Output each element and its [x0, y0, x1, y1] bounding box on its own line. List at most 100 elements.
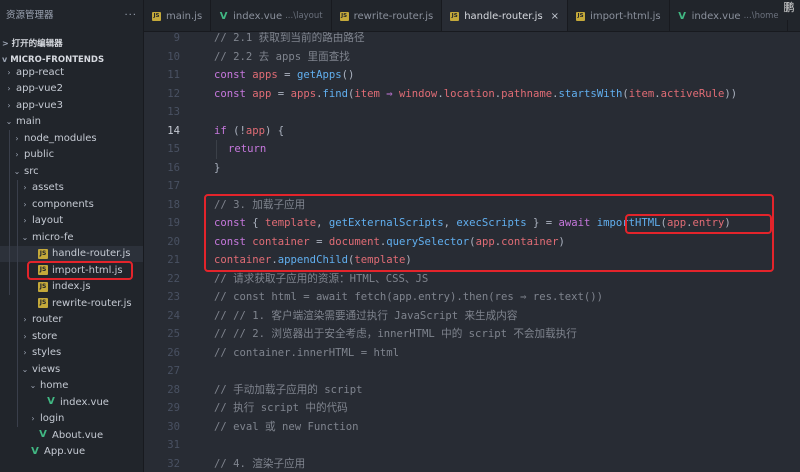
- tree-folder[interactable]: › components: [0, 196, 143, 212]
- tree-folder[interactable]: › styles: [0, 345, 143, 361]
- code-text: // container.innerHTML = html: [214, 344, 399, 362]
- vue-file-icon: V: [39, 429, 47, 440]
- code-token: find: [322, 87, 348, 100]
- code-text: // 4. 渲染子应用: [214, 455, 305, 472]
- line-number: 19: [167, 217, 180, 229]
- tree-file[interactable]: Vindex.vue: [0, 394, 143, 410]
- line-number: 27: [167, 365, 180, 377]
- vue-file-icon: V: [219, 10, 228, 22]
- code-token: apps: [252, 69, 278, 81]
- tree-folder[interactable]: › store: [0, 328, 143, 344]
- line-number: 23: [167, 291, 180, 303]
- tree-folder[interactable]: ⌄ micro-fe: [0, 229, 143, 245]
- chevron-right-icon: ›: [31, 414, 35, 423]
- tree-item-label: handle-router.js: [52, 248, 131, 259]
- editor-tab[interactable]: JS main.js: [144, 0, 212, 31]
- js-file-icon: JS: [38, 281, 48, 292]
- code-line: 15 return: [144, 140, 800, 158]
- tree-folder[interactable]: ⌄ main: [0, 114, 143, 130]
- tree-item-label: router: [32, 314, 63, 325]
- line-number: 9: [173, 32, 180, 44]
- code-token: if: [214, 124, 227, 137]
- tree-file[interactable]: V About.vue: [0, 427, 143, 443]
- code-token: )): [724, 87, 738, 100]
- tree-folder[interactable]: › app-vue3: [0, 97, 143, 113]
- tree-item-label: About.vue: [52, 429, 104, 441]
- chevron-down-icon: ⌄: [13, 166, 21, 176]
- line-number: 13: [167, 106, 180, 118]
- tree-item-label: app-vue3: [16, 99, 63, 111]
- line-number: 11: [167, 69, 180, 81]
- tree-folder[interactable]: ⌄ src: [0, 163, 143, 179]
- code-token: const: [214, 87, 253, 100]
- code-line: 29 // 执行 script 中的代码: [144, 399, 800, 417]
- editor-tab[interactable]: JS rewrite-router.js: [332, 0, 443, 31]
- line-number: 30: [167, 420, 180, 433]
- code-token: activeRule: [660, 87, 725, 100]
- line-number: 22: [167, 272, 180, 285]
- chevron-right-icon: ›: [23, 183, 27, 192]
- code-token: // 手动加载子应用的 script: [214, 383, 363, 396]
- chevron-right-icon: >: [2, 39, 9, 48]
- tree-item-label: store: [32, 330, 58, 342]
- code-token: pathname: [501, 87, 553, 100]
- tree-item-label: rewrite-router.js: [52, 297, 132, 309]
- tab-label: handle-router.js: [464, 10, 543, 22]
- chevron-right-icon: ›: [23, 199, 27, 209]
- editor-tab[interactable]: Vindex.vue ...\home: [670, 0, 788, 31]
- indent-guide: [17, 179, 18, 427]
- code-line: 28 // 手动加载子应用的 script: [144, 381, 800, 399]
- code-line: 23 // const html = await fetch(app.entry)…: [144, 288, 800, 306]
- tree-file[interactable]: JS rewrite-router.js: [0, 295, 143, 311]
- code-token: item: [354, 87, 380, 100]
- tree-folder[interactable]: › public: [0, 147, 143, 163]
- editor-tab[interactable]: Vindex.vue ...\layout: [211, 0, 332, 31]
- tree-folder[interactable]: › assets: [0, 180, 143, 196]
- tree-folder[interactable]: › layout: [0, 213, 143, 229]
- tab-path-hint: ...\layout: [285, 11, 323, 21]
- code-editor[interactable]: 9 // 2.1 获取到当前的路由路径 10 // 2.2 去 apps 里面查找 11…: [144, 32, 800, 472]
- code-token: // // 1. 客户端渲染需要通过执行 JavaScript 来生成内容: [214, 309, 518, 322]
- editor-tab[interactable]: JS import-html.js: [568, 0, 670, 31]
- tree-folder[interactable]: › login: [0, 411, 143, 427]
- tree-folder[interactable]: › app-react: [0, 64, 143, 80]
- tree-folder[interactable]: ⌄ home: [0, 378, 143, 394]
- code-text: // 请求获取子应用的资源：HTML、CSS、JS: [214, 270, 428, 288]
- chevron-right-icon: ›: [7, 67, 11, 77]
- tree-file[interactable]: JS handle-router.js: [0, 245, 143, 262]
- tree-folder[interactable]: › node_modules: [0, 130, 143, 146]
- code-token: apps: [290, 87, 317, 100]
- chevron-down-icon: ⌄: [21, 364, 29, 374]
- tree-item-label: public: [24, 149, 55, 160]
- code-token: =: [277, 69, 297, 81]
- code-token: (): [341, 69, 355, 81]
- code-line: 9 // 2.1 获取到当前的路由路径: [144, 32, 800, 47]
- chevron-right-icon: ›: [23, 216, 27, 225]
- tree-folder[interactable]: › app-vue2: [0, 81, 143, 97]
- explorer-title: 资源管理器: [6, 10, 54, 21]
- editor-tab[interactable]: JS handle-router.js ×: [442, 0, 569, 31]
- tab-label: index.vue: [691, 10, 741, 22]
- code-token: (!: [226, 124, 246, 137]
- line-number: 15: [167, 143, 180, 155]
- close-icon[interactable]: ×: [551, 11, 559, 22]
- tree-item-label: src: [24, 165, 39, 177]
- line-number: 28: [167, 383, 180, 396]
- code-token: // container.innerHTML = html: [214, 346, 399, 359]
- open-editors-section[interactable]: > 打开的编辑器: [0, 36, 143, 52]
- code-token: // 2.2 去 apps 里面查找: [214, 50, 350, 63]
- tree-file[interactable]: V App.vue: [0, 444, 143, 460]
- tree-file[interactable]: JS index.js: [0, 279, 143, 295]
- code-line: 14 if (!app) {: [144, 122, 800, 140]
- line-number: 10: [167, 50, 180, 63]
- code-line: 25 // // 2. 浏览器出于安全考虑，innerHTML 中的 script…: [144, 325, 800, 343]
- code-text: // 2.2 去 apps 里面查找: [214, 48, 350, 66]
- chevron-right-icon: ›: [7, 84, 11, 93]
- line-number: 21: [167, 254, 180, 266]
- tree-folder[interactable]: › router: [0, 312, 143, 328]
- tree-item-label: views: [32, 363, 61, 375]
- tree-folder[interactable]: ⌄ views: [0, 361, 143, 377]
- more-actions-icon[interactable]: ···: [124, 3, 137, 29]
- code-text: return: [228, 140, 266, 158]
- chevron-down-icon: ⌄: [5, 117, 13, 126]
